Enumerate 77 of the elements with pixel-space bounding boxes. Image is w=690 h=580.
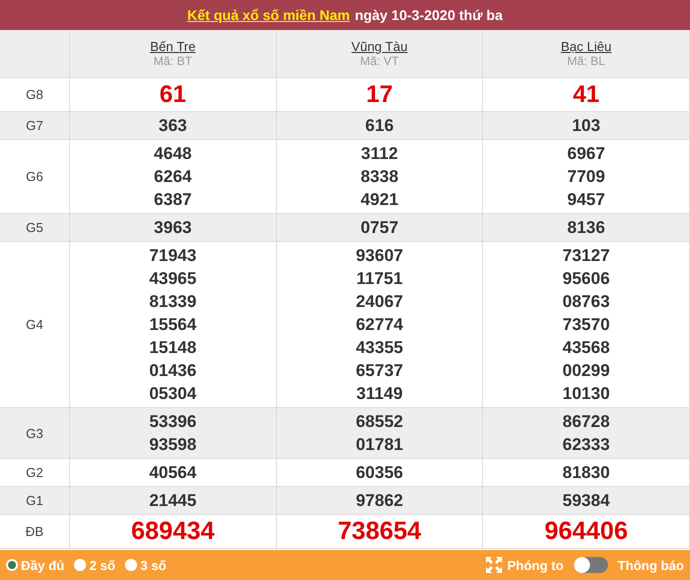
result-number: 738654 bbox=[338, 520, 422, 543]
prize-label: G6 bbox=[26, 169, 44, 184]
radio-icon[interactable] bbox=[6, 559, 18, 571]
result-number: 10130 bbox=[562, 383, 610, 405]
expand-icon bbox=[485, 556, 504, 574]
result-number: 97862 bbox=[356, 490, 404, 512]
result-number: 53396 bbox=[149, 411, 196, 433]
prize-label: G8 bbox=[26, 87, 44, 102]
result-number: 68552 bbox=[356, 411, 404, 433]
result-number: 43355 bbox=[356, 337, 404, 359]
result-number: 17 bbox=[366, 83, 393, 106]
notification-toggle[interactable] bbox=[574, 557, 608, 573]
result-number: 93598 bbox=[149, 434, 196, 456]
result-number: 31149 bbox=[356, 383, 403, 405]
result-number: 43965 bbox=[149, 268, 196, 290]
result-number: 8136 bbox=[567, 217, 606, 239]
result-number: 62333 bbox=[562, 434, 610, 456]
result-number: 11751 bbox=[356, 268, 403, 290]
result-number: 7709 bbox=[567, 166, 606, 188]
result-number: 01781 bbox=[356, 434, 404, 456]
result-number: 6967 bbox=[567, 143, 606, 165]
result-number: 01436 bbox=[149, 360, 196, 382]
result-number: 73570 bbox=[562, 314, 610, 336]
prize-label: ĐB bbox=[25, 524, 44, 539]
result-number: 61 bbox=[159, 83, 186, 106]
result-number: 81339 bbox=[149, 291, 196, 313]
result-number: 71943 bbox=[149, 245, 196, 267]
prize-label: G7 bbox=[26, 118, 44, 133]
province-link[interactable]: Vũng Tàu bbox=[351, 39, 408, 54]
province-link[interactable]: Bến Tre bbox=[150, 39, 196, 54]
result-number: 0757 bbox=[360, 217, 398, 239]
result-number: 4921 bbox=[360, 189, 398, 211]
result-number: 43568 bbox=[562, 337, 610, 359]
result-number: 73127 bbox=[562, 245, 610, 267]
result-number: 4648 bbox=[154, 143, 192, 165]
result-number: 59384 bbox=[562, 490, 610, 512]
result-number: 15564 bbox=[149, 314, 196, 336]
result-number: 65737 bbox=[356, 360, 404, 382]
result-number: 00299 bbox=[562, 360, 610, 382]
result-number: 616 bbox=[365, 115, 394, 137]
result-number: 62774 bbox=[356, 314, 404, 336]
result-number: 9457 bbox=[567, 189, 606, 211]
result-number: 86728 bbox=[562, 411, 610, 433]
province-link[interactable]: Bạc Liêu bbox=[560, 39, 612, 54]
result-number: 93607 bbox=[356, 245, 404, 267]
radio-icon[interactable] bbox=[125, 559, 138, 571]
result-number: 15148 bbox=[149, 337, 196, 359]
province-code: Mã: BT bbox=[153, 54, 192, 68]
result-number: 3112 bbox=[361, 143, 398, 165]
result-number: 40564 bbox=[149, 462, 196, 484]
result-number: 3963 bbox=[154, 217, 192, 239]
result-number: 6264 bbox=[154, 166, 192, 188]
result-number: 6387 bbox=[154, 189, 192, 211]
result-number: 08763 bbox=[562, 291, 610, 313]
prize-label: G5 bbox=[26, 220, 44, 235]
result-number: 95606 bbox=[562, 268, 610, 290]
province-code: Mã: VT bbox=[360, 54, 399, 68]
result-number: 41 bbox=[572, 83, 600, 106]
title-date: ngày 10-3-2020 thứ ba bbox=[354, 7, 503, 23]
result-number: 964406 bbox=[544, 520, 628, 543]
toggle-label: Thông báo bbox=[618, 558, 684, 572]
radio-icon[interactable] bbox=[74, 559, 86, 571]
prize-label: G2 bbox=[26, 465, 44, 480]
province-code: Mã: BL bbox=[567, 54, 606, 68]
result-number: 24067 bbox=[356, 291, 404, 313]
result-number: 689434 bbox=[131, 520, 215, 543]
prize-label: G1 bbox=[26, 493, 44, 508]
result-number: 8338 bbox=[360, 166, 398, 188]
result-number: 81830 bbox=[562, 462, 610, 484]
result-number: 363 bbox=[158, 115, 188, 137]
title-link[interactable]: Kết quả xổ số miền Nam bbox=[187, 7, 350, 23]
prize-label: G4 bbox=[26, 317, 44, 332]
result-number: 60356 bbox=[356, 462, 404, 484]
result-number: 103 bbox=[572, 115, 600, 137]
result-number: 05304 bbox=[149, 383, 196, 405]
result-number: 21445 bbox=[149, 490, 196, 512]
prize-label: G3 bbox=[26, 426, 44, 440]
